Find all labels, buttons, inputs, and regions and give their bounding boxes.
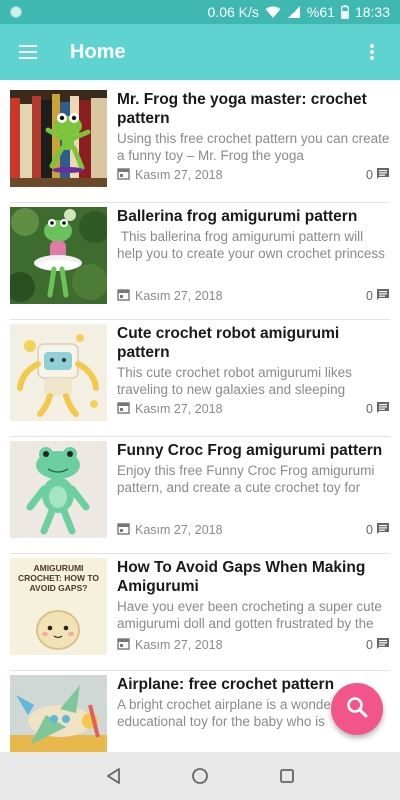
post-excerpt: Enjoy this free Funny Croc Frog amigurum… xyxy=(117,463,375,495)
post-item[interactable]: Funny Croc Frog amigurumi pattern Enjoy … xyxy=(10,437,390,554)
home-button[interactable] xyxy=(180,756,220,796)
calendar-icon xyxy=(117,288,130,304)
post-thumbnail-frog-yoga[interactable] xyxy=(10,90,107,187)
status-bar: 0.06 K/s %61 18:33 xyxy=(0,0,400,24)
app-bar: Home xyxy=(0,24,400,80)
comment-count[interactable]: 0 xyxy=(366,522,390,538)
calendar-icon xyxy=(117,637,130,653)
post-item[interactable]: Mr. Frog the yoga master: crochet patter… xyxy=(10,86,390,203)
post-thumbnail-croc-frog[interactable] xyxy=(10,441,107,538)
post-meta: Kasım 27, 2018 0 xyxy=(117,166,390,184)
post-excerpt: Using this free crochet pattern you can … xyxy=(117,131,390,163)
network-speed: 0.06 K/s xyxy=(207,4,259,20)
post-info: Funny Croc Frog amigurumi pattern Enjoy … xyxy=(117,441,390,496)
comment-icon xyxy=(376,401,390,417)
post-item[interactable]: AMIGURUMI CROCHET: HOW TO AVOID GAPS? Ho… xyxy=(10,554,390,671)
post-info: Ballerina frog amigurumi pattern This ba… xyxy=(117,207,390,262)
comment-icon xyxy=(376,637,390,653)
post-thumbnail-avoid-gaps[interactable]: AMIGURUMI CROCHET: HOW TO AVOID GAPS? xyxy=(10,558,107,655)
system-nav-bar xyxy=(0,752,400,800)
post-title[interactable]: Ballerina frog amigurumi pattern xyxy=(117,207,390,226)
post-date: Kasım 27, 2018 xyxy=(135,402,223,416)
post-title[interactable]: How To Avoid Gaps When Making Amigurumi xyxy=(117,558,390,596)
post-list: Mr. Frog the yoga master: crochet patter… xyxy=(0,80,400,752)
comment-count[interactable]: 0 xyxy=(366,167,390,183)
back-button[interactable] xyxy=(93,756,133,796)
page-title: Home xyxy=(70,40,126,63)
battery-icon xyxy=(341,5,349,19)
calendar-icon xyxy=(117,401,130,417)
comment-count[interactable]: 0 xyxy=(366,637,390,653)
post-meta: Kasım 27, 2018 0 xyxy=(117,400,390,418)
post-date: Kasım 27, 2018 xyxy=(135,638,223,652)
battery-percent: %61 xyxy=(306,4,335,20)
post-date: Kasım 27, 2018 xyxy=(135,523,223,537)
comment-count-value: 0 xyxy=(366,289,373,303)
comment-count-value: 0 xyxy=(366,402,373,416)
post-excerpt: Have you ever been crocheting a super cu… xyxy=(117,599,382,631)
recents-button[interactable] xyxy=(267,756,307,796)
calendar-icon xyxy=(117,522,130,538)
post-thumbnail-ballerina-frog[interactable] xyxy=(10,207,107,304)
notification-icon xyxy=(10,6,22,18)
comment-count-value: 0 xyxy=(366,168,373,182)
comment-count-value: 0 xyxy=(366,523,373,537)
comment-icon xyxy=(376,522,390,538)
post-meta: Kasım 27, 2018 0 xyxy=(117,521,390,539)
post-excerpt: This ballerina frog amigurumi pattern wi… xyxy=(117,229,385,261)
post-info: How To Avoid Gaps When Making Amigurumi … xyxy=(117,558,390,632)
post-thumbnail-airplane[interactable] xyxy=(10,675,107,752)
post-item[interactable]: Ballerina frog amigurumi pattern This ba… xyxy=(10,203,390,320)
post-item[interactable]: Cute crochet robot amigurumi pattern Thi… xyxy=(10,320,390,437)
post-meta: Kasım 27, 2018 0 xyxy=(117,287,390,305)
comment-count[interactable]: 0 xyxy=(366,401,390,417)
post-title[interactable]: Cute crochet robot amigurumi pattern xyxy=(117,324,390,362)
post-date: Kasım 27, 2018 xyxy=(135,168,223,182)
post-title[interactable]: Funny Croc Frog amigurumi pattern xyxy=(117,441,390,460)
post-date: Kasım 27, 2018 xyxy=(135,289,223,303)
calendar-icon xyxy=(117,167,130,183)
wifi-icon xyxy=(265,6,281,19)
signal-icon xyxy=(287,5,301,19)
clock: 18:33 xyxy=(354,4,390,20)
post-thumbnail-robot[interactable] xyxy=(10,324,107,421)
search-fab[interactable] xyxy=(331,683,383,735)
comment-count[interactable]: 0 xyxy=(366,288,390,304)
comment-icon xyxy=(376,167,390,183)
post-info: Mr. Frog the yoga master: crochet patter… xyxy=(117,90,390,164)
search-icon xyxy=(346,696,368,723)
more-options-icon[interactable] xyxy=(360,40,384,64)
post-meta: Kasım 27, 2018 0 xyxy=(117,636,390,654)
post-info: Cute crochet robot amigurumi pattern Thi… xyxy=(117,324,390,398)
menu-icon[interactable] xyxy=(16,40,40,64)
comment-icon xyxy=(376,288,390,304)
post-excerpt: This cute crochet robot amigurumi likes … xyxy=(117,365,352,397)
post-title[interactable]: Mr. Frog the yoga master: crochet patter… xyxy=(117,90,390,128)
comment-count-value: 0 xyxy=(366,638,373,652)
